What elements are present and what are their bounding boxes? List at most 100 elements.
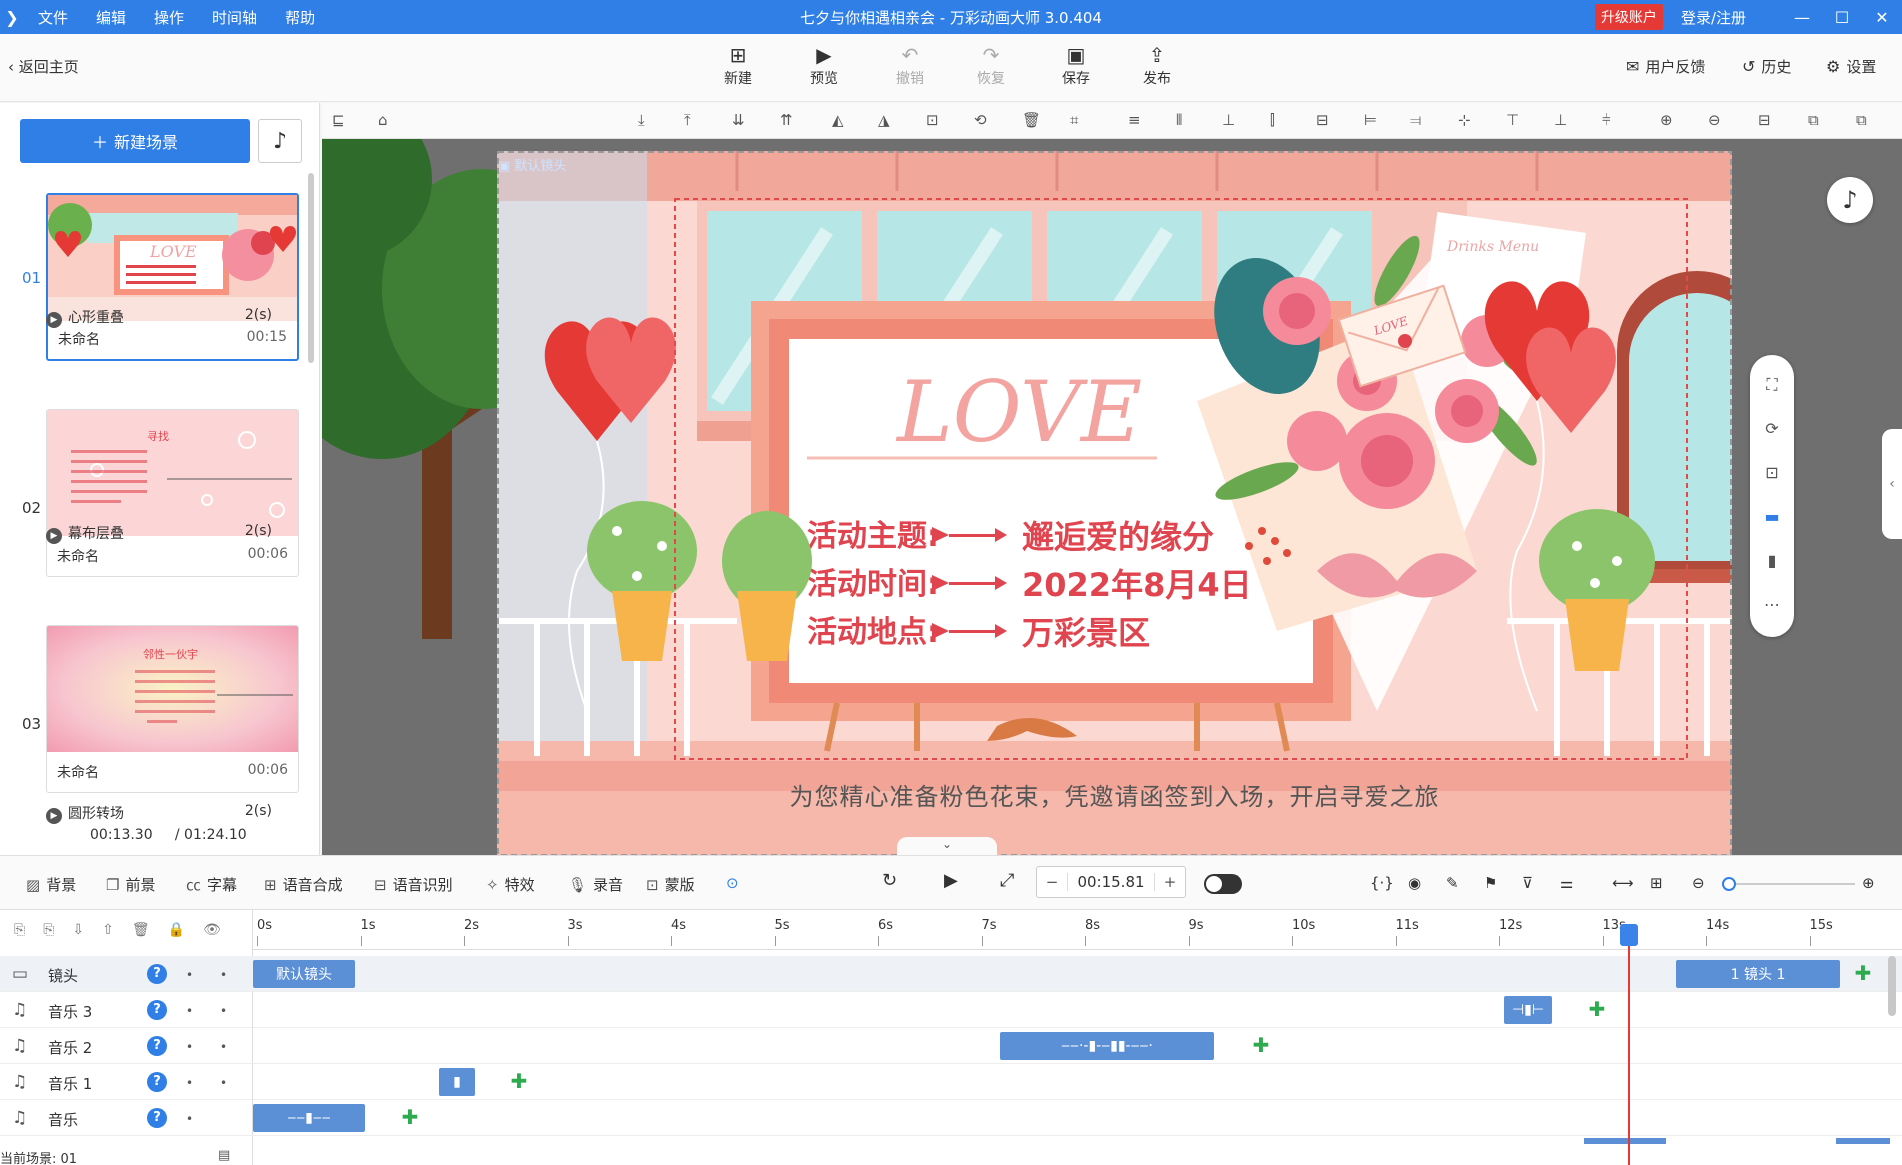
fit-width-icon[interactable]: ⟷ — [1612, 874, 1634, 892]
music-float-button[interactable]: ♪ — [1827, 177, 1873, 223]
copy-icon[interactable]: ⧉ — [1808, 111, 1819, 129]
scene-panel-scrollbar[interactable] — [308, 173, 314, 363]
help-icon[interactable]: ? — [147, 1108, 167, 1128]
edit-icon[interactable]: ✎ — [1446, 874, 1459, 892]
sliders-icon[interactable]: ⚌ — [1560, 874, 1573, 892]
home-icon[interactable]: ⌂ — [378, 111, 388, 129]
distribute-v-icon[interactable]: ⊟ — [1316, 111, 1329, 129]
audio-clip[interactable]: ‒‒·‑▮‑‒▮▮‑‒‒· — [1000, 1032, 1214, 1060]
fit-screen-icon[interactable]: ⛶ — [1750, 375, 1794, 395]
camera-clip-default[interactable]: 默认镜头 — [253, 960, 355, 988]
upgrade-button[interactable]: 升级账户 — [1594, 4, 1663, 30]
replay-button[interactable]: ↻ — [882, 870, 897, 891]
panel-toggle-icon[interactable]: ▤ — [218, 1148, 230, 1163]
save-button[interactable]: ▣ 保存 — [1046, 42, 1106, 88]
help-icon[interactable]: ? — [147, 964, 167, 984]
time-ruler[interactable]: 0s 1s 2s 3s 4s 5s 6s 7s 8s 9s 10s 11s 12s 13s 14s 15s — [253, 910, 1902, 950]
flip-vertical-icon[interactable]: ◮ — [878, 111, 890, 129]
align-left-icon[interactable]: ⊨ — [1364, 111, 1377, 129]
new-button[interactable]: ⊞ 新建 — [708, 42, 768, 88]
align-bottom-icon[interactable]: ⊥ — [1222, 111, 1235, 129]
distribute-h-icon[interactable]: ⫿ — [1270, 111, 1275, 129]
audio-clip[interactable]: ⊣▮⊢ — [1504, 996, 1552, 1024]
scene-transition-03[interactable]: ▶ 圆形转场 2(s) — [46, 803, 272, 824]
audio-clip[interactable]: ‒‒▮‒‒ — [253, 1104, 365, 1132]
maximize-button[interactable]: ☐ — [1822, 8, 1862, 27]
flip-horizontal-icon[interactable]: ◭ — [832, 111, 844, 129]
zoom-in-icon[interactable]: ⊕ — [1660, 111, 1673, 129]
time-plus-button[interactable]: + — [1155, 873, 1185, 891]
camera-clip-1[interactable]: 1 镜头 1 — [1676, 960, 1840, 988]
menu-edit[interactable]: 编辑 — [96, 7, 126, 28]
redo-button[interactable]: ↷ 恢复 — [961, 42, 1021, 88]
settings-button[interactable]: ⚙ 设置 — [1826, 56, 1876, 77]
menu-timeline[interactable]: 时间轴 — [212, 7, 257, 28]
menu-help[interactable]: 帮助 — [285, 7, 315, 28]
more-tools-button[interactable]: ⊙ — [726, 874, 739, 892]
add-keyframe-icon[interactable]: ✚ — [1586, 998, 1608, 1020]
layer-icon[interactable]: ⊑ — [332, 111, 345, 129]
preview-button[interactable]: ▶ 预览 — [794, 42, 854, 88]
foreground-button[interactable]: ❐ 前景 — [106, 874, 155, 895]
minimize-button[interactable]: — — [1782, 8, 1822, 27]
align-bottom-edge-icon[interactable]: ⊥ — [1554, 111, 1567, 129]
align-middle-icon[interactable]: ⫴ — [1176, 111, 1182, 129]
scene-stage[interactable]: LOVE 活动主题: 邂逅爱的缘分 活动时间: 2022年8月4日 活动地点: … — [497, 151, 1732, 855]
timeline-scrollbar[interactable] — [1888, 956, 1896, 1016]
move-up-icon[interactable]: ⇈ — [780, 111, 793, 129]
scene-card-03[interactable]: 邻性一伙宇 未命名 00:06 — [46, 625, 299, 793]
lock-icon[interactable]: ⊡ — [926, 111, 939, 129]
align-right-icon[interactable]: ⫤ — [1410, 111, 1421, 129]
audio-clip[interactable]: ▮ — [439, 1068, 475, 1096]
rotate-icon[interactable]: ⟲ — [974, 111, 987, 129]
music-button[interactable]: ♪ — [258, 119, 302, 163]
scene-card-02[interactable]: 寻找 未命名 00:06 — [46, 409, 299, 577]
grid-icon[interactable]: ⊞ — [1650, 874, 1663, 892]
zoom-in-icon[interactable]: ⊕ — [1862, 874, 1875, 892]
align-vcenter-icon[interactable]: ⫩ — [1602, 111, 1611, 129]
align-top-icon[interactable]: ≡ — [1128, 111, 1141, 129]
zoom-out-icon[interactable]: ⊖ — [1708, 111, 1721, 129]
move-bottom-icon[interactable]: ⤓ — [638, 111, 645, 129]
effects-button[interactable]: ✧ 特效 — [486, 874, 535, 895]
collapse-timeline-tab[interactable]: ⌄ — [897, 837, 997, 855]
more-icon[interactable]: ⋯ — [1750, 595, 1794, 614]
mobile-icon[interactable]: ▮ — [1750, 551, 1794, 570]
add-keyframe-icon[interactable]: ✚ — [1852, 962, 1874, 984]
camera-snap-icon[interactable]: ◉ — [1408, 874, 1421, 892]
align-top-edge-icon[interactable]: ⊤ — [1506, 111, 1519, 129]
zoom-slider-track[interactable] — [1725, 883, 1855, 885]
scene-transition-01[interactable]: ▶ 心形重叠 2(s) — [46, 307, 272, 328]
move-down-icon[interactable]: ⇊ — [732, 111, 745, 129]
lock-icon[interactable]: ⊡ — [1750, 463, 1794, 482]
paste-icon[interactable]: ⧉ — [1856, 111, 1867, 129]
canvas-area[interactable]: LOVE 活动主题: 邂逅爱的缘分 活动时间: 2022年8月4日 活动地点: … — [322, 139, 1902, 855]
add-keyframe-icon[interactable]: ✚ — [508, 1070, 530, 1092]
play-button[interactable]: ▶ — [944, 870, 958, 891]
track-header-tools[interactable]: ⎘⎘⇩⇧🗑🔒👁 — [14, 922, 239, 938]
desktop-icon[interactable]: ▬ — [1750, 507, 1794, 526]
caption-button[interactable]: ㏄字幕 — [186, 874, 237, 895]
subtitle-text[interactable]: 为您精心准备粉色花束，凭邀请函签到入场，开启寻爱之旅 — [497, 777, 1732, 812]
publish-button[interactable]: ⇪ 发布 — [1127, 42, 1187, 88]
record-button[interactable]: 🎙 录音 — [568, 874, 623, 895]
playhead-line[interactable] — [1628, 924, 1630, 1165]
background-button[interactable]: ▨ 背景 — [26, 874, 76, 895]
move-top-icon[interactable]: ⤒ — [684, 111, 691, 129]
align-center-icon[interactable]: ⊹ — [1458, 111, 1471, 129]
add-keyframe-icon[interactable]: ✚ — [1250, 1034, 1272, 1056]
help-icon[interactable]: ? — [147, 1000, 167, 1020]
bracket-icon[interactable]: {·} — [1370, 874, 1394, 892]
help-icon[interactable]: ? — [147, 1036, 167, 1056]
time-input[interactable]: 00:15.81 — [1067, 873, 1155, 891]
collapse-panel-tab[interactable]: ‹ — [1882, 429, 1902, 539]
new-scene-button[interactable]: ＋ 新建场景 — [20, 119, 250, 163]
zoom-out-icon[interactable]: ⊖ — [1692, 874, 1705, 892]
rotate-lock-icon[interactable]: ⟳ — [1750, 419, 1794, 438]
feedback-button[interactable]: ✉ 用户反馈 — [1626, 56, 1705, 77]
add-keyframe-icon[interactable]: ✚ — [399, 1106, 421, 1128]
mask-button[interactable]: ⊡ 蒙版 — [646, 874, 695, 895]
crop-icon[interactable]: ⌗ — [1070, 111, 1078, 129]
zoom-slider-knob[interactable] — [1722, 877, 1736, 891]
scene-card-01[interactable]: LOVE 未命名 00:15 — [46, 193, 299, 361]
